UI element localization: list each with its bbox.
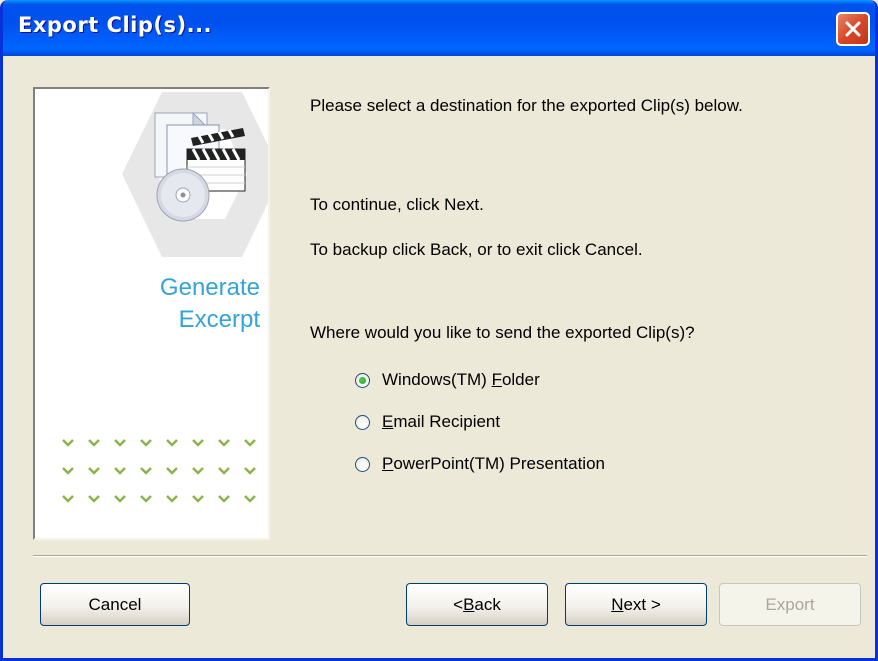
next-button[interactable]: Next >	[565, 583, 707, 626]
export-clips-dialog: Export Clip(s)... Generate Excerpt Pleas…	[0, 0, 878, 661]
wizard-side-title: Generate Excerpt	[160, 272, 260, 336]
decorative-dots	[62, 439, 256, 503]
export-button[interactable]: Export	[719, 583, 861, 626]
radio-button[interactable]	[355, 456, 370, 472]
back-button[interactable]: < Back	[406, 583, 548, 626]
close-icon	[845, 21, 861, 37]
radio-email-recipient[interactable]: Email Recipient	[355, 410, 500, 434]
intro-text: Please select a destination for the expo…	[310, 96, 743, 115]
radio-powerpoint-presentation[interactable]: PowerPoint(TM) Presentation	[355, 452, 605, 476]
close-button[interactable]	[836, 12, 870, 46]
wizard-side-panel: Generate Excerpt	[33, 87, 270, 540]
title-bar[interactable]: Export Clip(s)...	[3, 0, 875, 56]
destination-question: Where would you like to send the exporte…	[310, 323, 695, 342]
side-title-line1: Generate	[159, 274, 260, 301]
back-instruction: To backup click Back, or to exit click C…	[310, 240, 643, 259]
radio-button[interactable]	[355, 414, 370, 430]
side-title-line2: Excerpt	[178, 306, 260, 333]
radio-label[interactable]: PowerPoint(TM) Presentation	[382, 454, 605, 474]
radio-label[interactable]: Email Recipient	[382, 412, 500, 432]
window-title: Export Clip(s)...	[18, 13, 213, 37]
cancel-button[interactable]: Cancel	[40, 583, 190, 626]
button-separator	[33, 555, 867, 557]
radio-windows-folder[interactable]: Windows(TM) Folder	[355, 368, 540, 392]
radio-label[interactable]: Windows(TM) Folder	[382, 370, 540, 390]
continue-instruction: To continue, click Next.	[310, 195, 484, 214]
video-clip-icon	[154, 111, 246, 222]
radio-button[interactable]	[355, 372, 370, 388]
